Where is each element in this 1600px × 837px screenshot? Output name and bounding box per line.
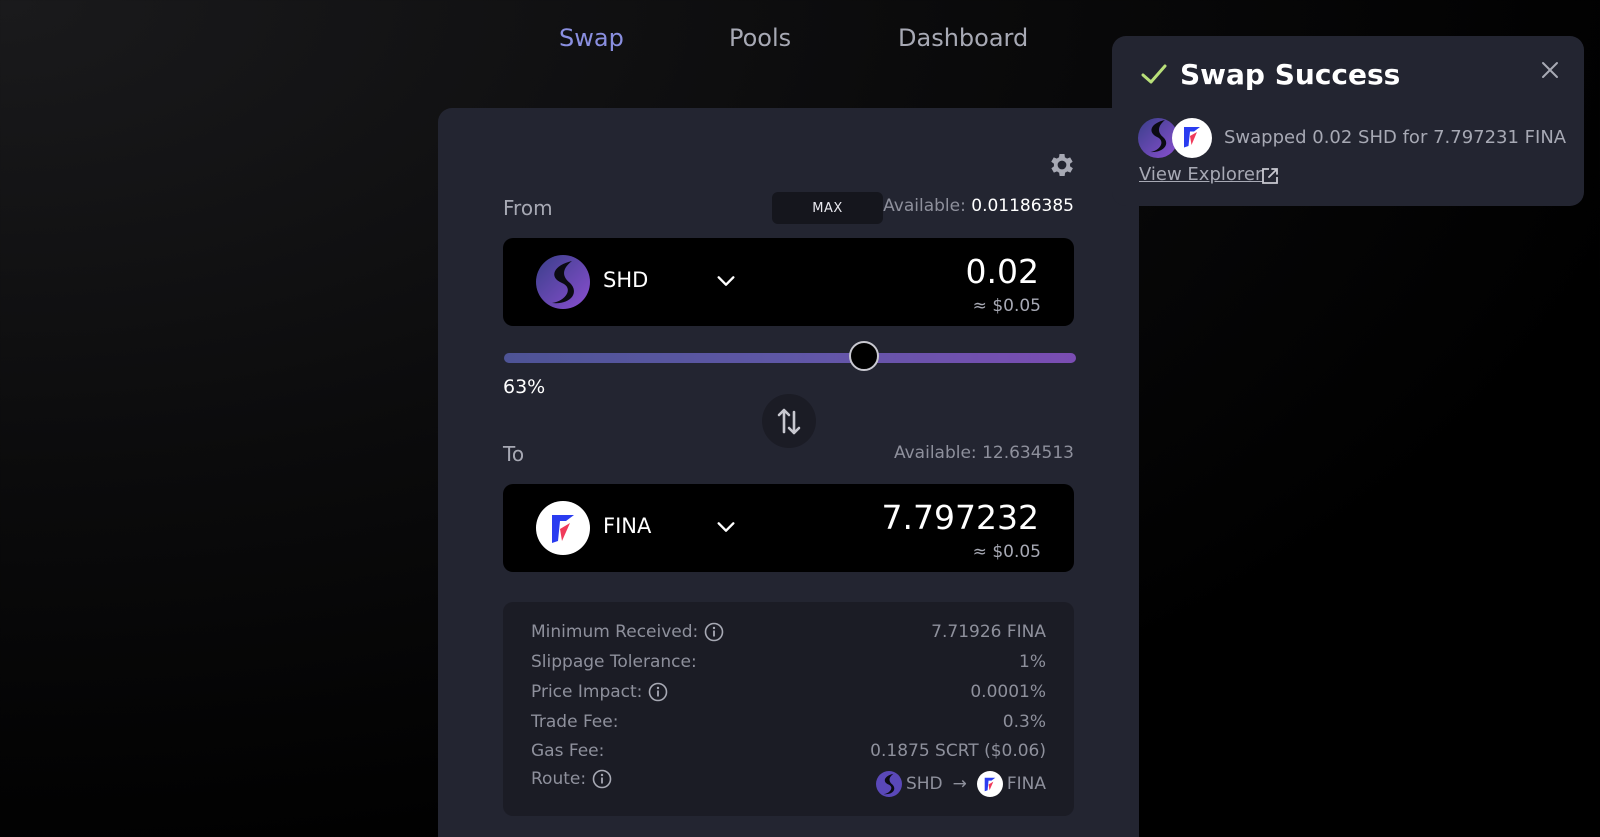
- from-token-name[interactable]: SHD: [603, 268, 648, 292]
- swap-direction-button[interactable]: [762, 394, 816, 448]
- from-available-label: Available:: [883, 196, 966, 216]
- check-icon: [1141, 64, 1167, 84]
- route-from-token: SHD: [905, 774, 943, 794]
- from-available-value: 0.01186385: [971, 196, 1074, 216]
- info-icon[interactable]: [704, 622, 724, 642]
- to-available: Available: 12.634513: [893, 443, 1074, 463]
- detail-label: Slippage Tolerance:: [531, 652, 697, 672]
- detail-row-minimum-received: Minimum Received: 7.71926 FINA: [531, 622, 1046, 646]
- detail-label: Gas Fee:: [531, 741, 605, 761]
- detail-value: 7.71926 FINA: [931, 622, 1046, 642]
- detail-value: 0.1875 SCRT ($0.06): [870, 741, 1046, 761]
- view-explorer-link[interactable]: View Explorer: [1139, 164, 1262, 185]
- gear-icon[interactable]: [1047, 150, 1077, 180]
- from-label: From: [503, 196, 553, 220]
- detail-row-route: Route: SHD → FINA: [531, 769, 1046, 799]
- chevron-down-icon[interactable]: [715, 270, 737, 292]
- to-token-box: FINA 7.797232 ≈ $0.05: [503, 484, 1074, 572]
- to-usd-value: ≈ $0.05: [972, 542, 1041, 562]
- from-usd-value: ≈ $0.05: [972, 296, 1041, 316]
- to-amount-input[interactable]: 7.797232: [882, 498, 1039, 537]
- toast-message: Swapped 0.02 SHD for 7.797231 FINA: [1224, 127, 1567, 148]
- detail-value: 1%: [1019, 652, 1046, 672]
- tab-swap[interactable]: Swap: [559, 24, 624, 52]
- amount-slider-handle[interactable]: [849, 341, 880, 371]
- to-label: To: [503, 442, 525, 466]
- from-amount-input[interactable]: 0.02: [966, 252, 1039, 291]
- tab-pools[interactable]: Pools: [729, 24, 791, 52]
- detail-label: Price Impact:: [531, 682, 643, 702]
- info-icon[interactable]: [592, 769, 612, 789]
- route-path: SHD → FINA: [875, 771, 1046, 797]
- swap-arrows-icon: [777, 408, 801, 435]
- from-available: Available: 0.01186385: [883, 196, 1074, 216]
- detail-row-price-impact: Price Impact: 0.0001%: [531, 682, 1046, 706]
- detail-value: 0.0001%: [970, 682, 1046, 702]
- tab-dashboard[interactable]: Dashboard: [898, 24, 1028, 52]
- chevron-down-icon[interactable]: [715, 516, 737, 538]
- detail-row-slippage: Slippage Tolerance: 1%: [531, 652, 1046, 676]
- toast-title: Swap Success: [1180, 58, 1401, 91]
- info-icon[interactable]: [648, 682, 668, 702]
- max-button[interactable]: MAX: [772, 192, 883, 224]
- detail-row-gas-fee: Gas Fee: 0.1875 SCRT ($0.06): [531, 741, 1046, 765]
- swap-card: From MAX Available: 0.01186385 SHD 0.02 …: [438, 108, 1139, 837]
- detail-row-trade-fee: Trade Fee: 0.3%: [531, 712, 1046, 736]
- close-icon[interactable]: [1538, 58, 1562, 82]
- detail-value: 0.3%: [1002, 712, 1046, 732]
- to-token-name[interactable]: FINA: [603, 514, 651, 538]
- swap-success-toast: Swap Success Swapped 0.02 SHD for 7.7972…: [1112, 36, 1584, 206]
- route-arrow-icon: →: [952, 774, 967, 794]
- detail-label: Trade Fee:: [531, 712, 619, 732]
- from-token-box: SHD 0.02 ≈ $0.05: [503, 238, 1074, 326]
- fina-token-icon: [976, 771, 1003, 797]
- swap-pair-icons: [1138, 118, 1212, 158]
- slider-percent: 63%: [503, 376, 546, 398]
- detail-label: Route:: [531, 769, 587, 789]
- shd-token-icon[interactable]: [536, 255, 590, 309]
- detail-label: Minimum Received:: [531, 622, 699, 642]
- shd-token-icon: [875, 771, 902, 797]
- fina-token-icon[interactable]: [536, 501, 590, 555]
- route-to-token: FINA: [1006, 774, 1046, 794]
- external-link-icon[interactable]: [1260, 166, 1280, 186]
- amount-slider-track[interactable]: [504, 353, 1076, 363]
- swap-details-panel: Minimum Received: 7.71926 FINA Slippage …: [503, 602, 1074, 816]
